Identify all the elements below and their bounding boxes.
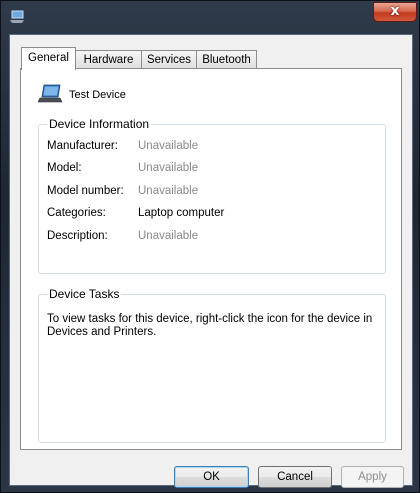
- categories-label: Categories:: [47, 207, 106, 219]
- device-name: Test Device: [69, 89, 126, 101]
- cancel-button[interactable]: Cancel: [258, 466, 332, 488]
- model-number-value: Unavailable: [138, 185, 199, 197]
- manufacturer-value: Unavailable: [138, 140, 199, 152]
- device-information-group: Device Information Manufacturer: Unavail…: [38, 117, 386, 274]
- manufacturer-label: Manufacturer:: [47, 140, 118, 152]
- apply-button[interactable]: Apply: [341, 466, 404, 488]
- model-number-label: Model number:: [47, 185, 124, 197]
- categories-value: Laptop computer: [138, 207, 225, 219]
- properties-window: x General Hardware Services Bluetooth Te…: [0, 0, 420, 493]
- tab-services[interactable]: Services: [141, 50, 197, 69]
- laptop-icon: [38, 84, 63, 103]
- device-tasks-title: Device Tasks: [47, 287, 122, 301]
- tab-general[interactable]: General: [21, 47, 76, 70]
- description-value: Unavailable: [138, 230, 199, 242]
- bluetooth-device-icon: [10, 10, 24, 23]
- tab-bluetooth[interactable]: Bluetooth: [196, 50, 257, 69]
- close-button[interactable]: x: [373, 2, 417, 22]
- dialog-client-area: General Hardware Services Bluetooth Test…: [9, 34, 413, 488]
- device-tasks-text: To view tasks for this device, right-cli…: [47, 313, 373, 338]
- device-tasks-group: Device Tasks To view tasks for this devi…: [38, 287, 386, 443]
- model-value: Unavailable: [138, 162, 199, 174]
- tab-hardware[interactable]: Hardware: [75, 50, 142, 69]
- ok-button[interactable]: OK: [174, 466, 249, 488]
- general-tab-panel: Test Device Device Information Manufactu…: [20, 68, 402, 450]
- model-label: Model:: [47, 162, 82, 174]
- title-bar[interactable]: x: [1, 1, 419, 35]
- device-information-title: Device Information: [47, 117, 152, 131]
- description-label: Description:: [47, 230, 108, 242]
